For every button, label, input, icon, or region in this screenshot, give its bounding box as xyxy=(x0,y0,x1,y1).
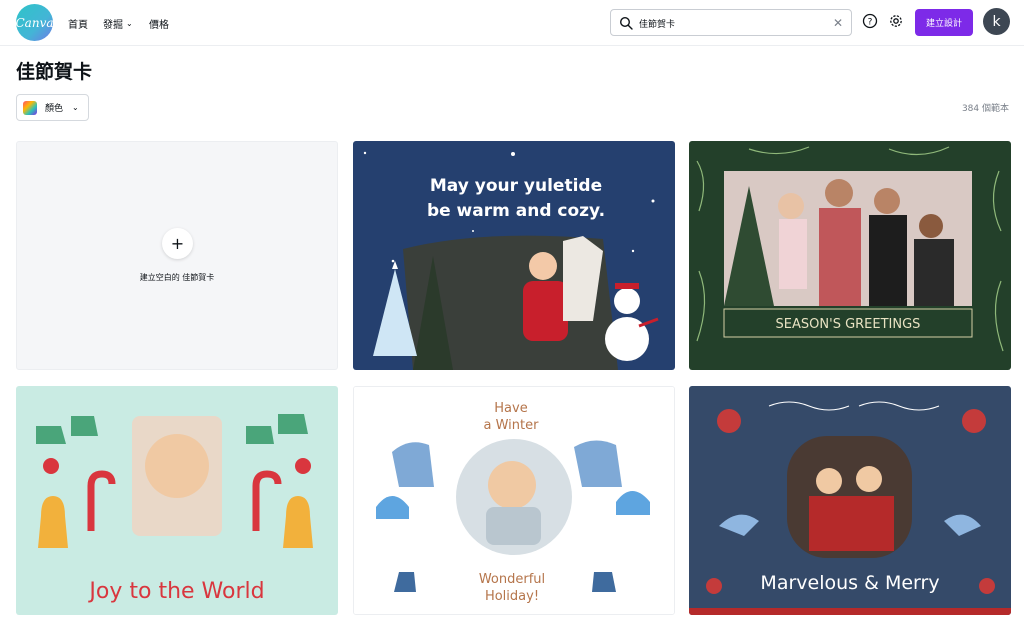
nav-home[interactable]: 首頁 xyxy=(68,0,88,46)
template-card-joy-to-the-world[interactable]: Joy to the World xyxy=(16,386,338,615)
template-card-marvelous-merry[interactable]: Marvelous & Merry xyxy=(689,386,1011,615)
color-filter-dropdown[interactable]: 顏色 ⌄ xyxy=(16,94,89,121)
clear-icon[interactable]: ✕ xyxy=(833,15,843,31)
plus-icon: + xyxy=(162,228,193,259)
yuletide-line1: May your yuletide xyxy=(430,176,602,196)
chevron-down-icon: ⌄ xyxy=(126,18,133,28)
nav-pricing-label: 價格 xyxy=(149,19,169,31)
avatar[interactable]: k xyxy=(983,8,1010,35)
search-input[interactable] xyxy=(639,14,829,32)
nav-discover-label: 發掘 xyxy=(103,19,123,31)
create-design-button[interactable]: 建立設計 xyxy=(915,9,973,36)
winter-bottom-line2: Holiday! xyxy=(485,589,539,604)
template-preview-joy-to-the-world: Joy to the World xyxy=(16,386,338,615)
create-blank-label: 建立空白的 佳節賀卡 xyxy=(139,273,215,282)
svg-text:?: ? xyxy=(868,17,873,27)
search-box: ✕ xyxy=(610,9,852,36)
color-filter-label: 顏色 xyxy=(45,104,64,114)
help-icon[interactable]: ? xyxy=(862,13,878,29)
top-navigation-bar: Canva 首頁 發掘 ⌄ 價格 ✕ ? 建立設計 k xyxy=(0,0,1024,46)
template-preview-yuletide: May your yuletide be warm and cozy. xyxy=(353,141,675,370)
nav-discover[interactable]: 發掘 ⌄ xyxy=(103,0,133,46)
template-preview-winter-holiday: Have a Winter Wonderful Holiday! xyxy=(354,387,674,614)
template-card-winter-holiday[interactable]: Have a Winter Wonderful Holiday! xyxy=(353,386,675,615)
nav-pricing[interactable]: 價格 xyxy=(149,0,169,46)
winter-top-line2: a Winter xyxy=(484,418,540,433)
settings-icon[interactable] xyxy=(888,13,904,29)
create-blank-card[interactable]: + 建立空白的 佳節賀卡 xyxy=(16,141,338,370)
template-count: 384 個範本 xyxy=(961,104,1009,114)
canva-logo[interactable]: Canva xyxy=(16,4,54,41)
template-preview-marvelous-merry: Marvelous & Merry xyxy=(689,386,1011,615)
marvelous-merry-text: Marvelous & Merry xyxy=(760,572,939,594)
winter-top-line1: Have xyxy=(494,401,527,416)
chevron-down-icon: ⌄ xyxy=(72,103,79,112)
search-icon xyxy=(619,16,633,30)
template-preview-seasons-greetings: SEASON'S GREETINGS xyxy=(689,141,1011,370)
template-card-yuletide[interactable]: May your yuletide be warm and cozy. xyxy=(353,141,675,370)
seasons-greetings-text: SEASON'S GREETINGS xyxy=(776,317,921,332)
page-title: 佳節賀卡 xyxy=(16,61,93,83)
template-card-seasons-greetings[interactable]: SEASON'S GREETINGS xyxy=(689,141,1011,370)
nav-home-label: 首頁 xyxy=(68,19,88,31)
winter-bottom-line1: Wonderful xyxy=(479,572,545,587)
yuletide-line2: be warm and cozy. xyxy=(427,201,605,221)
color-swatch-icon xyxy=(23,100,37,115)
joy-to-the-world-text: Joy to the World xyxy=(87,579,264,604)
